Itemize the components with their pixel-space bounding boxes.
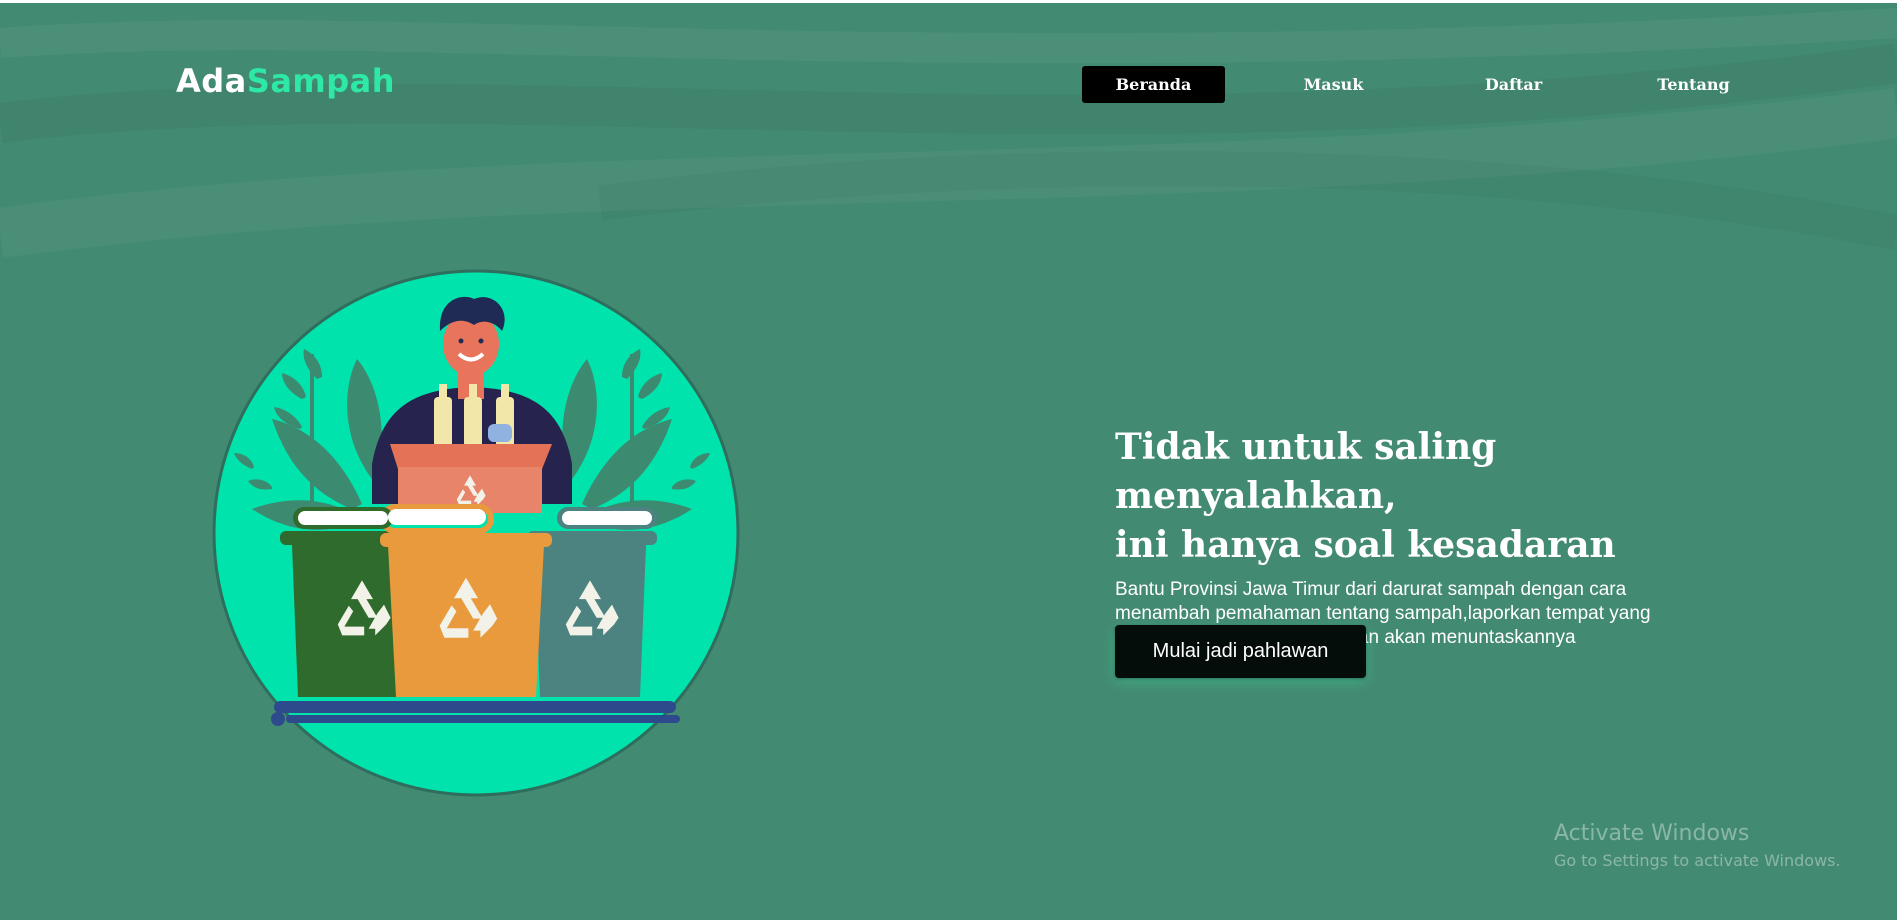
teal-bin: [527, 531, 657, 697]
hero-title-line-1: Tidak untuk saling menyalahkan,: [1115, 426, 1497, 517]
hero-title-line-2: ini hanya soal kesadaran: [1115, 524, 1616, 566]
ground-line: [274, 701, 676, 713]
brand-logo[interactable]: AdaSampah: [176, 61, 395, 101]
nav-item-masuk[interactable]: Masuk: [1262, 66, 1405, 103]
nav-item-daftar[interactable]: Daftar: [1442, 66, 1585, 103]
nav-item-beranda[interactable]: Beranda: [1082, 66, 1225, 103]
recycling-bins-illustration: [212, 269, 740, 797]
landing-page: AdaSampah Beranda Masuk Daftar Tentang T…: [0, 3, 1897, 920]
watermark-title: Activate Windows: [1554, 821, 1750, 846]
hero-section: Tidak untuk saling menyalahkan, ini hany…: [1115, 423, 1815, 650]
watermark-subtitle: Go to Settings to activate Windows.: [1554, 851, 1841, 870]
windows-activation-watermark: Activate Windows Go to Settings to activ…: [1554, 819, 1841, 873]
logo-text-sampah: Sampah: [246, 62, 396, 100]
logo-text-ada: Ada: [176, 62, 247, 100]
hero-title: Tidak untuk saling menyalahkan, ini hany…: [1115, 423, 1755, 570]
nav-item-tentang[interactable]: Tentang: [1622, 66, 1765, 103]
start-hero-button[interactable]: Mulai jadi pahlawan: [1115, 625, 1366, 678]
